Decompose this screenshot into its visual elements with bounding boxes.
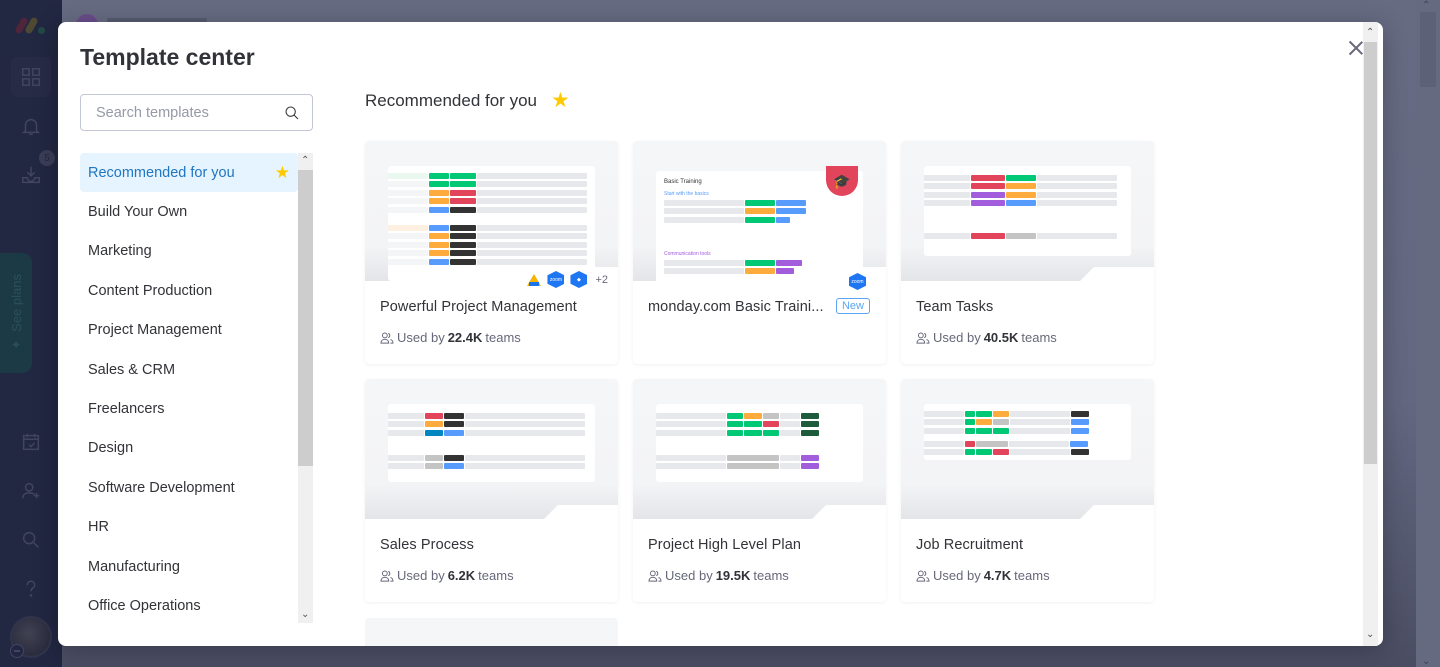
- scroll-down-icon[interactable]: ⌄: [1366, 630, 1374, 640]
- template-preview: [901, 379, 1154, 519]
- category-sales-crm[interactable]: Sales & CRM: [80, 350, 298, 389]
- category-design[interactable]: Design: [80, 429, 298, 468]
- category-hr[interactable]: HR: [80, 508, 298, 547]
- template-card[interactable]: zoom ◆ +2 Powerful Project Management Us…: [365, 141, 618, 364]
- preview-board: [924, 166, 1131, 256]
- scroll-up-icon[interactable]: ⌃: [1366, 28, 1374, 38]
- template-center-modal: Template center Recommended for you ★ Bu…: [58, 22, 1383, 646]
- usage-count: Used by 22.4K teams: [380, 330, 521, 345]
- scroll-down-icon[interactable]: ⌄: [1422, 656, 1430, 667]
- preview-title: Basic Training: [664, 179, 702, 185]
- template-name: Job Recruitment: [916, 537, 1024, 553]
- category-label: Marketing: [88, 243, 152, 260]
- zoom-icon: zoom: [849, 273, 866, 290]
- page-scrollbar[interactable]: ⌃ ⌄: [1416, 0, 1440, 667]
- preview-group: Start with the basics: [664, 191, 709, 197]
- more-integrations: +2: [595, 273, 608, 286]
- template-name: monday.com Basic Traini...: [648, 299, 824, 315]
- template-name: Sales Process: [380, 537, 474, 553]
- users-icon: [380, 570, 394, 582]
- template-card-partial[interactable]: [365, 618, 618, 646]
- template-card[interactable]: Basic Training Start with the basics Com…: [633, 141, 886, 364]
- app-rail: 5 See plans ✦: [0, 0, 62, 667]
- category-label: Build Your Own: [88, 204, 188, 221]
- preview-board: [388, 166, 595, 281]
- category-label: Manufacturing: [88, 558, 180, 575]
- users-icon: [380, 332, 394, 344]
- category-manufacturing[interactable]: Manufacturing: [80, 547, 298, 586]
- new-badge: New: [835, 298, 870, 314]
- category-label: Sales & CRM: [88, 361, 176, 378]
- template-card[interactable]: Project High Level Plan Used by 19.5K te…: [633, 379, 886, 602]
- scrollbar-thumb[interactable]: [1420, 12, 1436, 87]
- template-preview: [901, 141, 1154, 281]
- preview-board: [388, 404, 595, 482]
- template-card[interactable]: Job Recruitment Used by 4.7K teams: [901, 379, 1154, 602]
- search-box[interactable]: [80, 94, 313, 131]
- category-build-your-own[interactable]: Build Your Own: [80, 192, 298, 231]
- scroll-up-icon[interactable]: ⌃: [301, 156, 309, 166]
- category-recommended[interactable]: Recommended for you ★: [80, 153, 298, 193]
- template-preview: [365, 141, 618, 281]
- integration-icons: zoom: [849, 273, 866, 290]
- usage-count: Used by 4.7K teams: [916, 568, 1050, 583]
- category-freelancers[interactable]: Freelancers: [80, 389, 298, 428]
- scroll-down-icon[interactable]: ⌄: [301, 610, 309, 620]
- scrollbar-thumb[interactable]: [1364, 42, 1377, 464]
- category-label: Recommended for you: [88, 164, 235, 181]
- template-preview: [633, 379, 886, 519]
- preview-group: Communication tools: [664, 251, 711, 257]
- usage-count: Used by 40.5K teams: [916, 330, 1057, 345]
- category-project-management[interactable]: Project Management: [80, 311, 298, 350]
- section-title: Recommended for you: [365, 90, 537, 110]
- template-preview: Basic Training Start with the basics Com…: [633, 141, 886, 286]
- integration-icons: zoom ◆ +2: [527, 271, 608, 288]
- usage-count: Used by 6.2K teams: [380, 568, 514, 583]
- category-content-production[interactable]: Content Production: [80, 271, 298, 310]
- category-scrollbar[interactable]: ⌃ ⌄: [298, 153, 313, 623]
- category-label: Content Production: [88, 282, 213, 299]
- star-icon: ★: [550, 89, 570, 112]
- scroll-up-icon[interactable]: ⌃: [1422, 0, 1430, 11]
- search-input[interactable]: [96, 104, 284, 121]
- template-card[interactable]: Sales Process Used by 6.2K teams: [365, 379, 618, 602]
- template-name: Powerful Project Management: [380, 299, 577, 315]
- category-label: Office Operations: [88, 597, 201, 614]
- template-card[interactable]: Team Tasks Used by 40.5K teams: [901, 141, 1154, 364]
- dropbox-icon: ◆: [570, 271, 588, 288]
- users-icon: [916, 332, 930, 344]
- star-icon: ★: [274, 162, 290, 182]
- users-icon: [648, 570, 662, 582]
- zoom-icon: zoom: [547, 271, 565, 288]
- category-label: Design: [88, 440, 134, 457]
- modal-title: Template center: [80, 44, 255, 70]
- category-label: Freelancers: [88, 401, 165, 418]
- category-marketing[interactable]: Marketing: [80, 232, 298, 271]
- section-heading: Recommended for you ★: [365, 88, 570, 113]
- category-list: Recommended for you ★ Build Your Own Mar…: [80, 153, 298, 623]
- category-office-operations[interactable]: Office Operations: [80, 586, 298, 623]
- template-name: Project High Level Plan: [648, 537, 802, 553]
- rail-overlay: [0, 0, 62, 667]
- template-scrollbar[interactable]: ⌃ ⌄: [1363, 22, 1378, 646]
- users-icon: [916, 570, 930, 582]
- category-label: HR: [88, 519, 109, 536]
- preview-board: [656, 404, 863, 482]
- template-name: Team Tasks: [916, 299, 994, 315]
- scrollbar-thumb[interactable]: [298, 170, 313, 466]
- google-drive-icon: [527, 273, 542, 286]
- category-label: Software Development: [88, 479, 235, 496]
- template-preview: [365, 379, 618, 519]
- search-icon[interactable]: [284, 105, 300, 121]
- category-label: Project Management: [88, 322, 222, 339]
- usage-count: Used by 19.5K teams: [648, 568, 789, 583]
- category-software-development[interactable]: Software Development: [80, 468, 298, 507]
- preview-board: [924, 404, 1131, 460]
